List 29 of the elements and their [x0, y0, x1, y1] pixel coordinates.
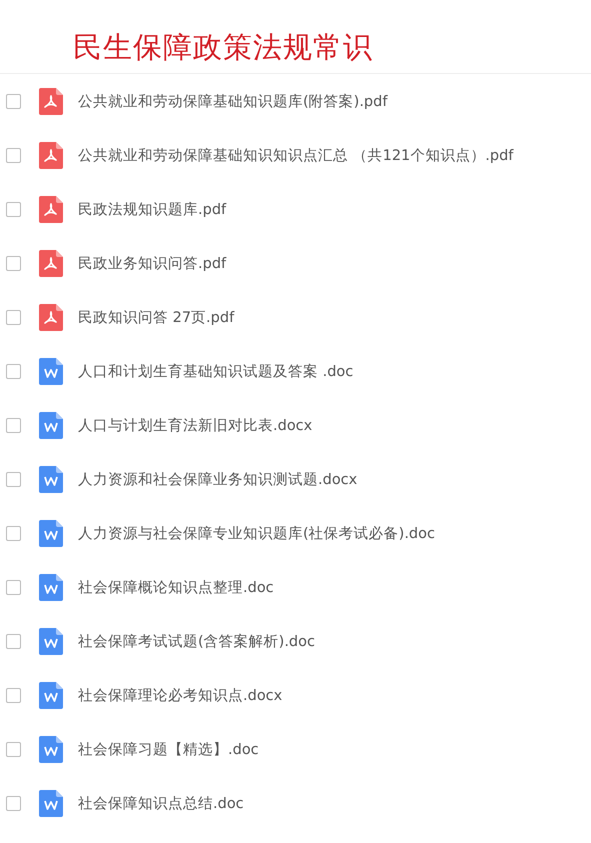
checkbox[interactable] — [6, 364, 21, 378]
file-name[interactable]: 社会保障习题【精选】.doc — [78, 740, 259, 758]
page-title: 民生保障政策法规常识 — [73, 29, 373, 65]
file-name[interactable]: 社会保障知识点总结.doc — [78, 794, 244, 812]
file-name[interactable]: 公共就业和劳动保障基础知识知识点汇总 （共121个知识点）.pdf — [78, 146, 514, 164]
file-name[interactable]: 社会保障理论必考知识点.docx — [78, 686, 282, 704]
checkbox[interactable] — [6, 148, 21, 162]
file-name[interactable]: 民政知识问答 27页.pdf — [78, 308, 234, 326]
file-name[interactable]: 人力资源和社会保障业务知识测试题.docx — [78, 470, 358, 488]
file-name[interactable]: 人力资源与社会保障专业知识题库(社保考试必备).doc — [78, 524, 435, 542]
checkbox[interactable] — [6, 688, 21, 702]
file-name[interactable]: 人口和计划生育基础知识试题及答案 .doc — [78, 362, 354, 380]
file-name[interactable]: 社会保障考试试题(含答案解析).doc — [78, 632, 315, 650]
checkbox[interactable] — [6, 796, 21, 810]
checkbox[interactable] — [6, 472, 21, 486]
checkbox[interactable] — [6, 94, 21, 108]
checkbox[interactable] — [6, 580, 21, 594]
checkbox[interactable] — [6, 256, 21, 270]
checkbox[interactable] — [6, 742, 21, 756]
file-name[interactable]: 民政业务知识问答.pdf — [78, 254, 226, 272]
file-name[interactable]: 人口与计划生育法新旧对比表.docx — [78, 416, 312, 434]
checkbox[interactable] — [6, 526, 21, 540]
checkbox[interactable] — [6, 418, 21, 432]
checkbox[interactable] — [6, 310, 21, 324]
checkbox[interactable] — [6, 634, 21, 648]
file-name[interactable]: 公共就业和劳动保障基础知识题库(附答案).pdf — [78, 92, 388, 110]
file-name[interactable]: 社会保障概论知识点整理.doc — [78, 578, 274, 596]
checkbox[interactable] — [6, 202, 21, 216]
file-name[interactable]: 民政法规知识题库.pdf — [78, 200, 226, 218]
